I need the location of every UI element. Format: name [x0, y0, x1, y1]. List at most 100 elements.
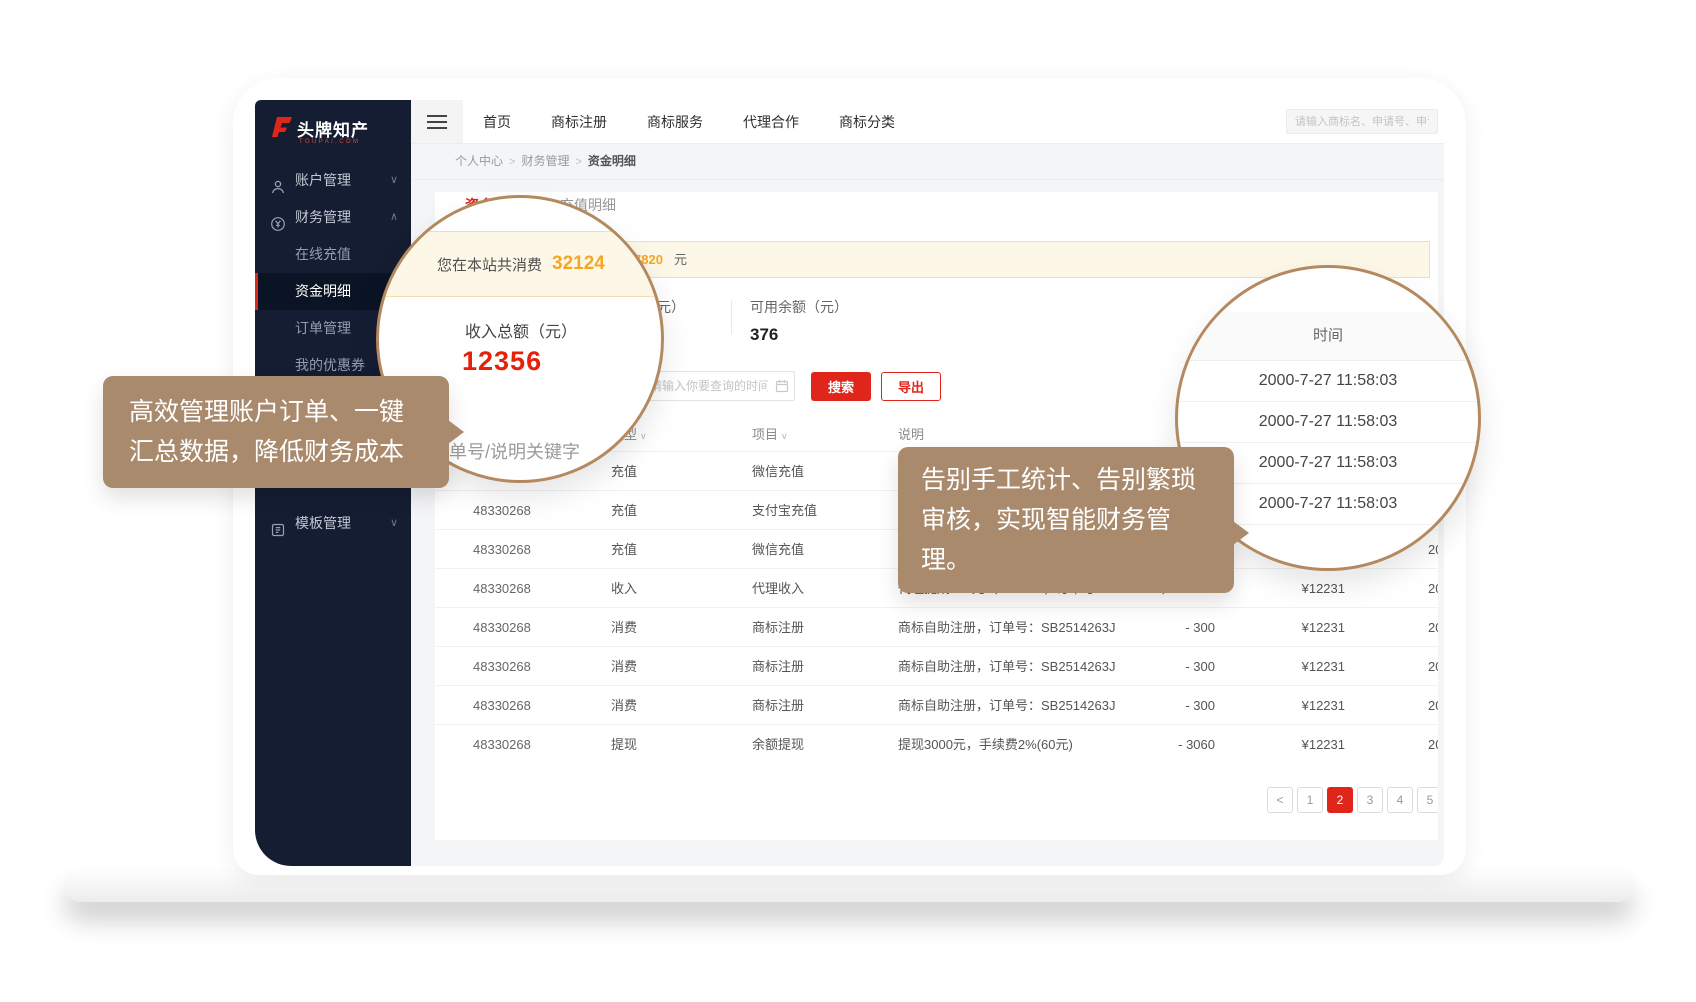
stat-label: 可用余额（元） — [750, 297, 848, 317]
cell: 48330268 — [473, 608, 603, 647]
sort-chevron-icon[interactable]: ∨ — [781, 431, 788, 441]
pagination-page-5[interactable]: 5 — [1417, 787, 1438, 813]
cell: ¥12231 — [1235, 647, 1345, 686]
lens-income-label: 收入总额（元） — [465, 318, 577, 342]
brand-caption: TOUPAI.COM — [299, 139, 360, 145]
cell: 2000-7-27 11:58:03 — [1428, 530, 1438, 569]
cell: - 300 — [1095, 686, 1215, 725]
lens-banner-strip: 您在本站共消费 32124 — [376, 231, 664, 297]
chevron-down-icon: ∨ — [390, 162, 398, 199]
cell: 2000-7-27 11:58:03 — [1428, 725, 1438, 764]
column-header-项目[interactable]: 项目∨ — [752, 419, 882, 452]
cell: 48330268 — [473, 647, 603, 686]
breadcrumb-item[interactable]: 财务管理 — [521, 154, 569, 168]
sidebar-item-label: 账户管理 — [295, 162, 351, 199]
cell: 支付宝充值 — [752, 491, 882, 530]
cell: - 300 — [1095, 647, 1215, 686]
table-row: 48330268消费商标注册商标自助注册，订单号：SB2514263J- 300… — [435, 685, 1438, 725]
cell: 商标注册 — [752, 608, 882, 647]
cell: 48330268 — [473, 686, 603, 725]
search-button[interactable]: 搜索 — [811, 372, 871, 401]
lens-banner-amount: 32124 — [552, 253, 605, 275]
cell: 2000-7-27 11:58:03 — [1428, 647, 1438, 686]
cell: 充值 — [611, 452, 721, 491]
nav-item-商标分类[interactable]: 商标分类 — [819, 112, 915, 132]
cell: 收入 — [611, 569, 721, 608]
cell: ¥12231 — [1235, 608, 1345, 647]
cell: 48330268 — [473, 491, 603, 530]
sort-chevron-icon[interactable]: ∨ — [640, 431, 647, 441]
cell: - 300 — [1095, 608, 1215, 647]
callout-arrow — [448, 420, 464, 444]
callout-left: 高效管理账户订单、一键汇总数据，降低财务成本 — [103, 376, 449, 488]
brand-name: 头牌知产 — [297, 116, 369, 141]
cell: 商标注册 — [752, 686, 882, 725]
pagination-page-2[interactable]: 2 — [1327, 787, 1353, 813]
cell: 消费 — [611, 686, 721, 725]
pagination-page-3[interactable]: 3 — [1357, 787, 1383, 813]
pagination-prev-button[interactable]: < — [1267, 787, 1293, 813]
banner-unit: 元 — [674, 242, 687, 277]
sidebar-item-模板管理[interactable]: 模板管理 ∨ — [255, 505, 411, 542]
stat-value: 376 — [750, 325, 848, 345]
sidebar-item-label: 模板管理 — [295, 505, 351, 542]
brand-logo[interactable]: 头牌知产 TOUPAI.COM — [267, 112, 407, 156]
nav-item-首页[interactable]: 首页 — [463, 112, 531, 132]
trademark-search-input[interactable] — [1286, 109, 1438, 134]
cell: ¥12231 — [1235, 686, 1345, 725]
nav-item-商标服务[interactable]: 商标服务 — [627, 112, 723, 132]
cell: 2000-7-27 11:58:03 — [1428, 686, 1438, 725]
cell: 代理收入 — [752, 569, 882, 608]
cell: ¥12231 — [1235, 569, 1345, 608]
sidebar-item-label: 财务管理 — [295, 199, 351, 236]
cell: 提现 — [611, 725, 721, 764]
callout-text: 高效管理账户订单、一键汇总数据，降低财务成本 — [129, 398, 404, 466]
cell: 充值 — [611, 491, 721, 530]
lens-time-header: 时间 — [1178, 312, 1478, 361]
callout-text: 告别手工统计、告别繁琐审核，实现智能财务管理。 — [921, 466, 1196, 574]
top-nav-items: 首页商标注册商标服务代理合作商标分类 — [463, 100, 915, 143]
chevron-down-icon: ∨ — [390, 505, 398, 542]
cell: 消费 — [611, 647, 721, 686]
nav-item-商标注册[interactable]: 商标注册 — [531, 112, 627, 132]
hamburger-menu-icon[interactable] — [411, 100, 463, 143]
lens-time-row: 2000-7-27 11:58:03 — [1178, 360, 1478, 402]
cell: ¥12231 — [1235, 725, 1345, 764]
breadcrumb-item[interactable]: 个人中心 — [455, 154, 503, 168]
lens-time-row: 2000-7-27 11:58:03 — [1178, 401, 1478, 443]
cell: 2000-7-27 11:58:03 — [1428, 569, 1438, 608]
top-navbar: 首页商标注册商标服务代理合作商标分类 — [411, 100, 1444, 144]
table-row: 48330268消费商标注册商标自助注册，订单号：SB2514263J- 300… — [435, 607, 1438, 647]
cell: - 3060 — [1095, 725, 1215, 764]
pagination-page-1[interactable]: 1 — [1297, 787, 1323, 813]
cell: 消费 — [611, 608, 721, 647]
sidebar-item-label: 订单管理 — [295, 310, 351, 347]
lens-income-value: 12356 — [462, 346, 542, 377]
pagination: <12345 — [1267, 787, 1438, 813]
breadcrumb-item: 资金明细 — [588, 154, 636, 168]
export-button[interactable]: 导出 — [881, 372, 941, 401]
breadcrumb-separator: > — [575, 156, 581, 168]
cell: 48330268 — [473, 569, 603, 608]
cell: 充值 — [611, 530, 721, 569]
cell: 微信充值 — [752, 530, 882, 569]
brand-logo-icon — [269, 114, 295, 145]
stat-divider — [731, 300, 732, 334]
cell: 商标注册 — [752, 647, 882, 686]
table-row: 48330268提现余额提现提现3000元，手续费2%(60元)- 3060¥1… — [435, 724, 1438, 764]
sidebar-item-账户管理[interactable]: 账户管理 ∨ — [255, 162, 411, 199]
cell: 48330268 — [473, 530, 603, 569]
pagination-page-4[interactable]: 4 — [1387, 787, 1413, 813]
nav-item-代理合作[interactable]: 代理合作 — [723, 112, 819, 132]
laptop-base — [65, 872, 1633, 902]
sidebar-item-label: 在线充值 — [295, 236, 351, 273]
stage: 头牌知产 TOUPAI.COM 账户管理∨财务管理∧在线充值资金明细订单管理我的… — [0, 0, 1696, 1002]
table-row: 48330268消费商标注册商标自助注册，订单号：SB2514263J- 300… — [435, 646, 1438, 686]
cell: 2000-7-27 11:58:03 — [1428, 608, 1438, 647]
sidebar-item-label: 资金明细 — [295, 273, 351, 310]
callout-right: 告别手工统计、告别繁琐审核，实现智能财务管理。 — [898, 447, 1234, 593]
breadcrumb: 个人中心>财务管理>资金明细 — [411, 144, 1444, 180]
calendar-icon[interactable] — [775, 379, 789, 398]
lens-banner-label: 您在本站共消费 — [437, 254, 542, 275]
date-query-input[interactable] — [638, 371, 795, 401]
